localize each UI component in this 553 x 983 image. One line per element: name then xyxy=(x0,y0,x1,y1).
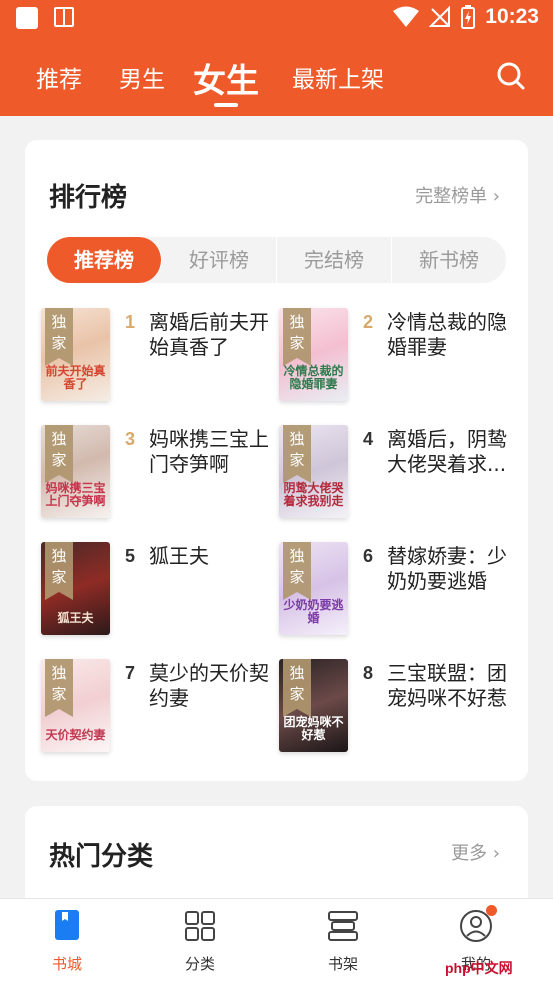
exclusive-badge: 独家 xyxy=(45,542,73,600)
rank-number: 3 xyxy=(125,429,136,449)
tab-recommend[interactable]: 推荐 xyxy=(36,60,82,94)
active-tab-indicator xyxy=(214,103,238,107)
book-item[interactable]: 天价契约妻 独家 7 莫少的天价契约妻 xyxy=(41,659,281,759)
book-item[interactable]: 少奶奶要逃婚 独家 6 替嫁娇妻：少奶奶要逃婚 xyxy=(279,542,519,642)
book-title: 狐王夫 xyxy=(149,544,209,568)
more-categories-link[interactable]: 更多 › xyxy=(451,839,500,865)
book-cover: 天价契约妻 独家 xyxy=(41,659,110,752)
book-item[interactable]: 狐王夫 独家 5 狐王夫 xyxy=(41,542,281,642)
no-signal-icon xyxy=(429,6,451,27)
categories-title: 热门分类 xyxy=(49,842,154,872)
bottom-nav-label: 分类 xyxy=(184,955,215,973)
book-item[interactable]: 团宠妈咪不好惹 独家 8 三宝联盟：团宠妈咪不好惹 xyxy=(279,659,519,759)
rank-number: 6 xyxy=(363,546,374,566)
book-cover: 冷情总裁的隐婚罪妻 独家 xyxy=(279,308,348,401)
book-item[interactable]: 前夫开始真香了 独家 1 离婚后前夫开始真香了 xyxy=(41,308,281,408)
book-cover: 团宠妈咪不好惹 独家 xyxy=(279,659,348,752)
bottom-nav-label: 书城 xyxy=(51,955,82,973)
rank-number: 8 xyxy=(363,663,374,683)
book-cover: 前夫开始真香了 独家 xyxy=(41,308,110,401)
reader-app-icon xyxy=(54,7,74,27)
user-icon xyxy=(459,905,497,943)
bottom-nav-bookshelf[interactable]: 书架 xyxy=(303,909,383,974)
book-title: 离婚后前夫开始真香了 xyxy=(149,310,269,359)
book-cover: 狐王夫 独家 xyxy=(41,542,110,635)
book-title: 冷情总裁的隐婚罪妻 xyxy=(387,310,507,359)
ranking-segment-control: 推荐榜 好评榜 完结榜 新书榜 xyxy=(47,237,506,283)
segment-new-books[interactable]: 新书榜 xyxy=(392,237,506,283)
segment-top-rated[interactable]: 好评榜 xyxy=(162,237,277,283)
search-icon[interactable] xyxy=(497,62,525,90)
book-item[interactable]: 妈咪携三宝上门夺笋啊 独家 3 妈咪携三宝上门夺笋啊 xyxy=(41,425,281,525)
battery-charging-icon xyxy=(461,5,476,29)
book-cover: 妈咪携三宝上门夺笋啊 独家 xyxy=(41,425,110,518)
book-title: 莫少的天价契约妻 xyxy=(149,661,269,710)
top-nav: 推荐 男生 女生 最新上架 xyxy=(0,38,553,116)
exclusive-badge: 独家 xyxy=(283,425,311,483)
segment-recommend[interactable]: 推荐榜 xyxy=(47,237,162,283)
rank-number: 7 xyxy=(125,663,136,683)
tab-female[interactable]: 女生 xyxy=(193,54,259,102)
bottom-nav: 书城 分类 书架 我的 php中文网 xyxy=(0,898,553,983)
book-cover: 阴鸷大佬哭着求我别走 独家 xyxy=(279,425,348,518)
book-item[interactable]: 阴鸷大佬哭着求我别走 独家 4 离婚后，阴鸷大佬哭着求... xyxy=(279,425,519,525)
exclusive-badge: 独家 xyxy=(45,659,73,717)
clock: 10:23 xyxy=(485,5,539,28)
rank-number: 1 xyxy=(125,312,136,332)
status-bar: 10:23 xyxy=(0,0,553,38)
watermark: php中文网 xyxy=(445,960,513,976)
bookshelf-icon xyxy=(326,909,360,943)
book-title: 替嫁娇妻：少奶奶要逃婚 xyxy=(387,544,507,593)
grid-icon xyxy=(183,909,217,943)
exclusive-badge: 独家 xyxy=(283,659,311,717)
tab-male[interactable]: 男生 xyxy=(119,60,165,94)
ranking-title: 排行榜 xyxy=(49,183,128,213)
exclusive-badge: 独家 xyxy=(45,308,73,366)
notification-app-icon xyxy=(16,7,38,29)
full-ranking-link[interactable]: 完整榜单 › xyxy=(415,182,500,208)
rank-number: 5 xyxy=(125,546,136,566)
rank-number: 4 xyxy=(363,429,374,449)
book-icon xyxy=(50,909,84,943)
exclusive-badge: 独家 xyxy=(45,425,73,483)
exclusive-badge: 独家 xyxy=(283,308,311,366)
wifi-icon xyxy=(393,6,420,27)
book-title: 妈咪携三宝上门夺笋啊 xyxy=(149,427,269,476)
bottom-nav-category[interactable]: 分类 xyxy=(160,909,240,974)
bottom-nav-label: 书架 xyxy=(327,955,358,973)
notification-dot xyxy=(486,905,497,916)
book-title: 三宝联盟：团宠妈咪不好惹 xyxy=(387,661,507,710)
exclusive-badge: 独家 xyxy=(283,542,311,600)
bottom-nav-bookstore[interactable]: 书城 xyxy=(27,909,107,974)
ranking-card: 排行榜 完整榜单 › 推荐榜 好评榜 完结榜 新书榜 前夫开始真香了 独家 1 … xyxy=(25,140,528,781)
tab-new-releases[interactable]: 最新上架 xyxy=(292,60,384,94)
rank-number: 2 xyxy=(363,312,374,332)
book-title: 离婚后，阴鸷大佬哭着求... xyxy=(387,427,507,476)
book-item[interactable]: 冷情总裁的隐婚罪妻 独家 2 冷情总裁的隐婚罪妻 xyxy=(279,308,519,408)
segment-completed[interactable]: 完结榜 xyxy=(277,237,392,283)
book-cover: 少奶奶要逃婚 独家 xyxy=(279,542,348,635)
